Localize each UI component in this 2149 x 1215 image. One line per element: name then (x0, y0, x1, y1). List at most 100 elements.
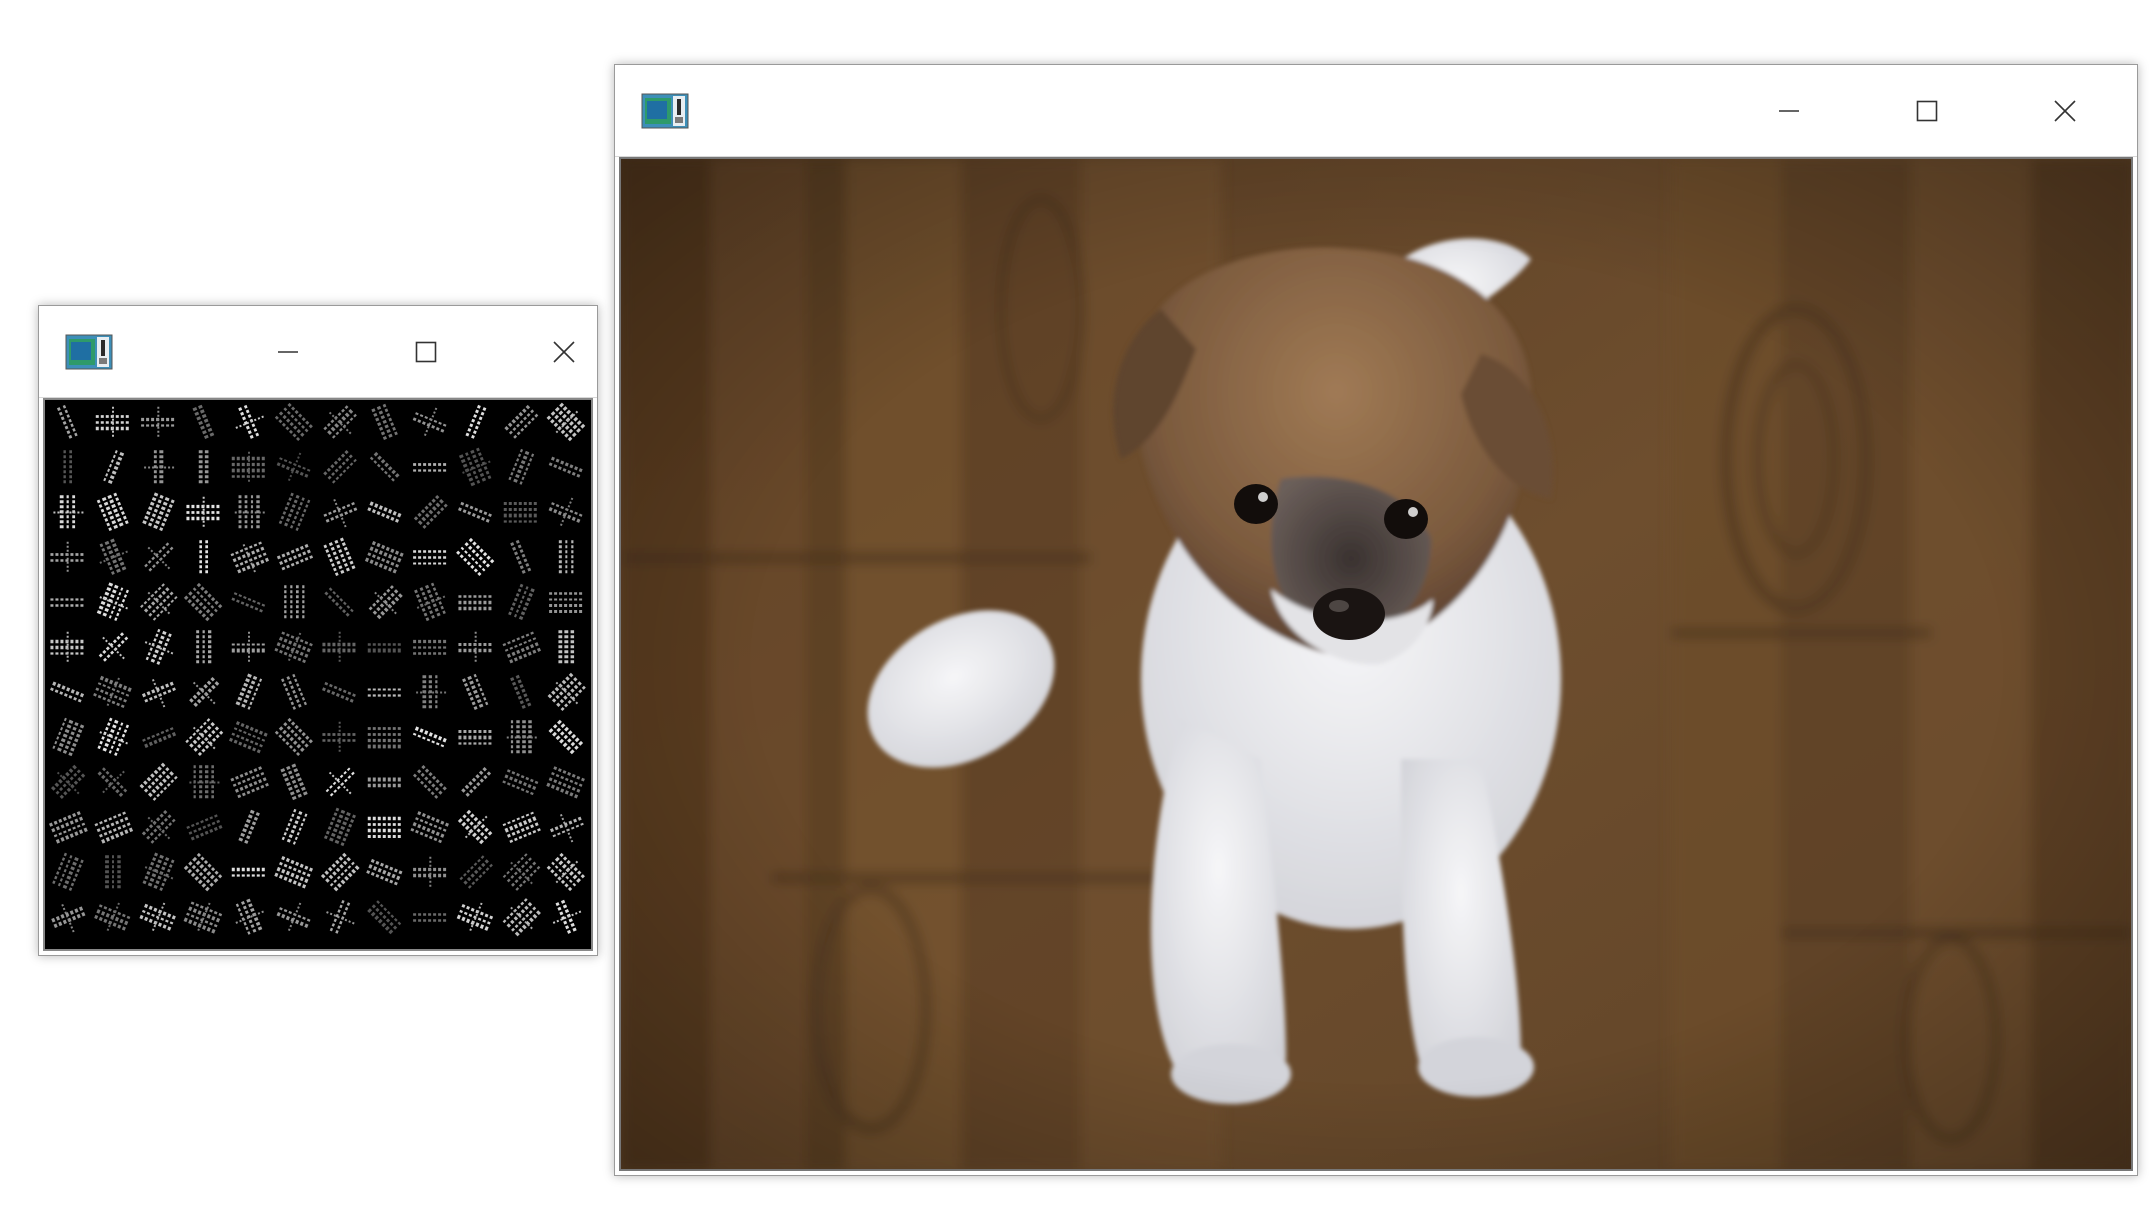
close-button[interactable] (495, 306, 633, 398)
filter-stripe (430, 582, 447, 616)
filter-cell (183, 582, 224, 623)
filter-stripe (237, 809, 255, 844)
filter-stripe (93, 811, 126, 827)
filter-stripe (67, 724, 85, 758)
filter-cell (501, 898, 541, 938)
filter-cell (410, 811, 451, 844)
minimize-button[interactable] (1720, 65, 1858, 157)
filter-stripe (322, 687, 356, 704)
filter-cell (367, 501, 403, 524)
filter-cell (234, 404, 264, 441)
filter-cell (413, 913, 448, 922)
filter-stripe (276, 911, 310, 929)
filter-stripe (276, 462, 310, 479)
filter-stripe (189, 825, 223, 842)
filter-stripe (554, 860, 579, 885)
filter-cell (551, 899, 582, 936)
filter-stripe (233, 777, 267, 794)
filter-stripe (141, 492, 159, 526)
filter-cell (187, 765, 220, 800)
filter-stripe (334, 539, 351, 573)
puppy-image (621, 159, 2131, 1169)
filter-cell (367, 643, 403, 653)
filter-stripe (507, 583, 524, 617)
filter-stripe (287, 902, 302, 933)
filter-stripe (470, 407, 487, 441)
filter-cell (548, 812, 584, 843)
filter-cell (366, 858, 404, 886)
filter-stripe (414, 726, 449, 744)
filter-cell (140, 677, 176, 708)
filter-cell (456, 902, 495, 933)
puppy-photo (619, 157, 2133, 1171)
filter-stripe (553, 766, 587, 783)
photo-window[interactable] (614, 64, 2138, 1176)
filter-cell (141, 406, 176, 439)
filter-cell (323, 807, 356, 848)
filter-cell (458, 631, 493, 664)
filter-cell (502, 769, 540, 796)
filter-cell (186, 496, 221, 529)
filter-cell (275, 543, 314, 571)
filter-cell (457, 809, 494, 846)
filter-stripe (554, 680, 579, 705)
minimize-button[interactable] (219, 306, 357, 398)
filter-cell (199, 540, 209, 575)
filter-cell (548, 456, 585, 479)
filter-cell (456, 537, 496, 578)
filter-stripe (229, 737, 263, 754)
app-icon (641, 93, 689, 129)
filter-cell (324, 587, 355, 618)
filter-stripe (518, 588, 535, 622)
filter-stripe (99, 675, 134, 693)
filter-cell (274, 856, 315, 890)
filter-stripe (412, 822, 446, 839)
filter-cell (324, 767, 355, 798)
filter-bank-title-bar[interactable] (39, 306, 597, 398)
filter-stripe (52, 681, 86, 698)
filter-cell (414, 582, 447, 623)
maximize-button[interactable] (1858, 65, 1996, 157)
filter-cell (229, 766, 269, 799)
filter-cell (322, 631, 357, 664)
filter-stripe (287, 452, 302, 483)
filter-cell (138, 762, 178, 802)
filter-cell (503, 404, 539, 440)
filter-stripe (417, 811, 451, 828)
filter-stripe (339, 537, 357, 571)
filter-cell (507, 583, 535, 622)
filter-stripe (504, 774, 538, 791)
photo-title-bar[interactable] (615, 65, 2137, 157)
filter-cell (507, 448, 535, 487)
filter-stripe (329, 899, 345, 933)
filter-cell (142, 450, 175, 485)
maximize-button[interactable] (357, 306, 495, 398)
filter-cell (141, 492, 175, 533)
filter-stripe (233, 592, 267, 608)
filter-stripe (550, 456, 585, 473)
filter-stripe (286, 810, 303, 845)
filter-stripe (158, 859, 175, 893)
filter-stripe (509, 860, 533, 885)
filter-cell (50, 681, 86, 704)
filter-stripe (150, 630, 167, 665)
filter-stripe (62, 404, 79, 438)
filter-stripe (509, 905, 533, 930)
filter-stripe (62, 857, 79, 891)
filter-cell (546, 766, 587, 800)
filter-stripe (146, 545, 171, 570)
filter-cell (458, 447, 492, 488)
filter-cell (102, 450, 125, 486)
filter-bank-window[interactable] (38, 305, 598, 956)
close-button[interactable] (1996, 65, 2134, 157)
filter-cell (367, 777, 403, 788)
filter-cell (50, 598, 85, 607)
filter-cell (319, 852, 360, 893)
filter-cell (458, 855, 493, 890)
filter-cell (140, 727, 177, 749)
filter-cell (458, 730, 493, 745)
filter-cell (47, 811, 88, 845)
filter-stripe (147, 854, 164, 888)
filter-cell (95, 406, 131, 439)
filter-stripe (419, 587, 436, 621)
